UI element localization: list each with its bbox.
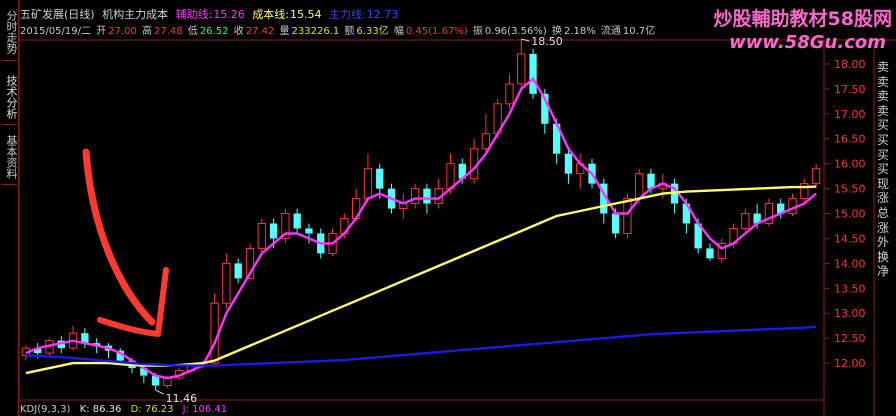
price-tick-label: 16.50 xyxy=(834,133,866,146)
quote-bar: 2015/05/19/二 开 27.00 高 27.48 低 26.52 收 27.42… xyxy=(20,22,657,37)
kdj-readout: KDJ(9,3,3) K: 86.36 D: 76.23 J: 106.41 xyxy=(20,404,233,415)
right-label: 总 xyxy=(877,205,890,220)
right-label: 卖 xyxy=(877,103,890,118)
amplitude-label: 振 xyxy=(472,26,483,37)
candle-body-up xyxy=(210,302,219,364)
candle-body-up xyxy=(811,168,821,185)
right-label: 换 xyxy=(877,249,890,264)
volume-value: 233226.1 xyxy=(291,26,340,37)
candle-body-down xyxy=(234,263,242,279)
indicator-header: 五矿发展(日线) 机构主力成本 辅助线:15.26 成本线:15.54 主力线:… xyxy=(20,6,402,22)
candle-body-down xyxy=(305,228,313,234)
candle-body-up xyxy=(788,198,797,215)
right-label: 卖 xyxy=(877,74,890,89)
price-tick-label: 16.00 xyxy=(834,158,866,171)
candle-body-up xyxy=(517,53,526,85)
candle-body-up xyxy=(481,133,491,150)
amplitude-value: 0.96(3.56%) xyxy=(484,26,547,37)
turnover-label: 换 xyxy=(551,26,562,37)
float-value: 10.7亿 xyxy=(622,26,656,37)
price-tick-label: 12.50 xyxy=(834,332,866,345)
right-label: 外 xyxy=(877,235,890,250)
aux-line-value: 15.26 xyxy=(213,8,245,21)
kdj-d: D: 76.23 xyxy=(130,404,174,415)
price-tick-label: 13.00 xyxy=(834,307,866,320)
candle-body-down xyxy=(376,168,384,189)
indicator-name: 机构主力成本 xyxy=(102,8,169,21)
price-tick-label: 14.00 xyxy=(834,257,866,270)
candle-body-down xyxy=(269,223,278,239)
price-tick-label: 15.00 xyxy=(834,208,866,221)
price-tick-label: 12.00 xyxy=(834,357,866,370)
candle-body-up xyxy=(623,198,632,234)
candle-body-down xyxy=(423,188,431,204)
stock-name: 五矿发展(日线) xyxy=(20,8,95,21)
annotation-arrow-shaft xyxy=(82,148,156,326)
right-label: 卖 xyxy=(877,60,890,74)
candle-body-down xyxy=(529,53,537,94)
candle-body-down xyxy=(564,153,573,174)
close-label: 收 xyxy=(233,26,244,37)
watermark-title: 炒股輔助教材58股网 xyxy=(713,8,892,30)
order-book-labels: 卖 卖 卖 卖 买 买 买 买 现 涨 总 涨 外 换 净 xyxy=(877,60,891,279)
low-marker-pointer xyxy=(155,389,164,395)
right-label: 现 xyxy=(877,176,890,191)
open-label: 开 xyxy=(96,26,107,37)
price-tick-label: 17.50 xyxy=(834,83,866,96)
right-label: 涨 xyxy=(877,220,890,235)
candle-body-down xyxy=(706,248,714,259)
price-tick-label: 13.50 xyxy=(834,282,866,295)
low-value: 26.52 xyxy=(199,26,229,37)
aux-line-label: 辅助线: xyxy=(175,8,213,21)
series-line xyxy=(25,185,817,375)
low-label: 低 xyxy=(187,26,198,37)
main-force-line-label: 主力线: xyxy=(329,8,366,21)
change-value: 0.45(1.67%) xyxy=(405,26,468,37)
right-label: 买 xyxy=(877,132,890,147)
kdj-j: J: 106.41 xyxy=(182,404,228,415)
right-label: 买 xyxy=(877,147,890,162)
amount-label: 额 xyxy=(344,26,355,37)
kdj-label: KDJ(9,3,3) xyxy=(20,404,71,415)
candle-body-up xyxy=(410,188,420,205)
chart-window: 分时走势 技术分析 基本资料 18.00 17.50 17.00 16.50 16.00… xyxy=(0,0,896,416)
volume-label: 量 xyxy=(279,26,290,37)
right-label: 买 xyxy=(877,118,890,133)
change-label: 幅 xyxy=(393,26,404,37)
candle-body-down xyxy=(611,213,620,234)
candle-body-up xyxy=(446,163,455,190)
close-value: 27.42 xyxy=(245,26,275,37)
right-label: 卖 xyxy=(877,89,890,104)
turnover-value: 2.18% xyxy=(563,26,596,37)
candle-body-up xyxy=(363,168,373,200)
price-tick-label: 18.00 xyxy=(834,58,866,71)
cost-line-label: 成本线: xyxy=(252,8,290,21)
right-label: 净 xyxy=(877,264,890,279)
kdj-k: K: 86.36 xyxy=(79,404,122,415)
right-label: 涨 xyxy=(877,191,890,206)
candle-body-down xyxy=(293,213,301,229)
cost-line-value: 15.54 xyxy=(290,8,322,21)
right-label: 买 xyxy=(877,162,890,177)
high-value: 27.48 xyxy=(154,26,183,37)
candle-body-up xyxy=(222,262,231,304)
high-label: 高 xyxy=(142,26,153,37)
candle-body-up xyxy=(741,213,750,229)
price-tick-label: 14.50 xyxy=(834,232,866,245)
main-force-line-value: 12.73 xyxy=(366,8,399,21)
quote-date: 2015/05/19/二 xyxy=(20,26,92,37)
candle-body-up xyxy=(635,173,644,200)
price-tick-label: 17.00 xyxy=(834,108,866,121)
open-value: 27.00 xyxy=(108,26,137,37)
watermark-url: www.58Gu.com xyxy=(729,32,886,53)
kline-chart[interactable]: 18.00 17.50 17.00 16.50 16.00 15.50 15.00 14.50… xyxy=(0,0,896,416)
price-tick-label: 15.50 xyxy=(834,183,866,196)
candle-body-up xyxy=(505,83,514,105)
float-label: 流通 xyxy=(600,26,621,37)
amount-value: 6.33亿 xyxy=(356,26,389,37)
candle-body-up xyxy=(257,222,266,249)
